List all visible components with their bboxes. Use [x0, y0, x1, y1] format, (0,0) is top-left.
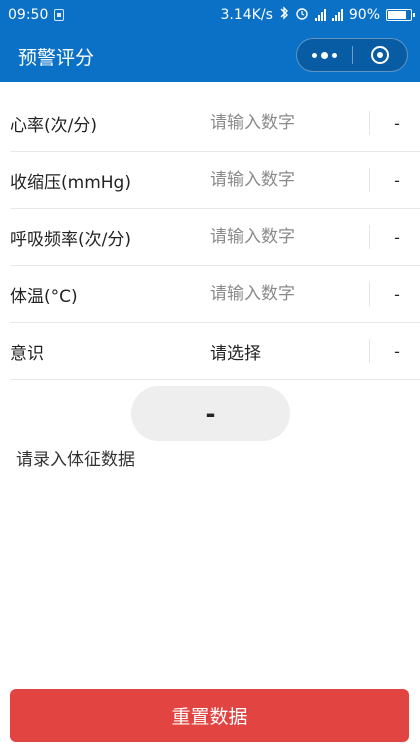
- heart-rate-input[interactable]: [210, 113, 360, 133]
- row-label: 意识: [10, 343, 44, 364]
- row-separator: [369, 225, 370, 249]
- row-temperature: 体温(°C) -: [10, 266, 420, 323]
- row-separator: [369, 168, 370, 192]
- battery-icon: [386, 9, 415, 21]
- row-consciousness: 意识 请选择 -: [10, 323, 420, 380]
- row-respiratory-rate: 呼吸频率(次/分) -: [10, 209, 420, 266]
- row-label: 体温(°C): [10, 286, 78, 307]
- status-time: 09:50: [8, 7, 49, 23]
- row-separator: [369, 282, 370, 306]
- row-separator: [369, 111, 370, 135]
- network-speed: 3.14K/s: [220, 7, 273, 23]
- alarm-icon: [295, 6, 309, 24]
- hint-text: 请录入体征数据: [16, 450, 135, 470]
- respiratory-rate-input[interactable]: [210, 227, 360, 247]
- status-right: 3.14K/s 90%: [220, 6, 415, 24]
- row-separator: [369, 339, 370, 363]
- row-score: -: [394, 284, 400, 304]
- page-title: 预警评分: [18, 46, 95, 69]
- reset-data-button[interactable]: 重置数据: [10, 689, 409, 742]
- row-score: -: [394, 170, 400, 190]
- signal-icon-1: [314, 9, 326, 21]
- row-systolic-pressure: 收缩压(mmHg) -: [10, 152, 420, 209]
- notification-icon: [54, 9, 65, 21]
- row-label: 收缩压(mmHg): [10, 172, 131, 193]
- row-score: -: [394, 113, 400, 133]
- row-label: 心率(次/分): [10, 115, 97, 136]
- vital-signs-form: 心率(次/分) - 收缩压(mmHg) - 呼吸频率(次/分) - 体温(°C)…: [0, 95, 420, 380]
- status-bar: 09:50 3.14K/s 90%: [0, 0, 420, 30]
- row-heart-rate: 心率(次/分) -: [10, 95, 420, 152]
- temperature-input[interactable]: [210, 284, 360, 304]
- close-miniprogram-icon[interactable]: [353, 39, 408, 71]
- navigation-header: 预警评分: [0, 30, 420, 82]
- systolic-pressure-input[interactable]: [210, 170, 360, 190]
- row-label: 呼吸频率(次/分): [10, 229, 131, 250]
- more-icon[interactable]: [297, 39, 352, 71]
- bluetooth-icon: [279, 6, 289, 24]
- status-left: 09:50: [8, 7, 65, 23]
- battery-percent: 90%: [348, 7, 380, 23]
- total-score: -: [205, 399, 216, 428]
- menu-capsule: [296, 38, 408, 72]
- row-score: -: [394, 227, 400, 247]
- signal-icon-2: [331, 9, 343, 21]
- consciousness-picker[interactable]: 请选择: [210, 339, 360, 364]
- row-score: -: [394, 341, 400, 361]
- total-score-pill: -: [131, 386, 290, 441]
